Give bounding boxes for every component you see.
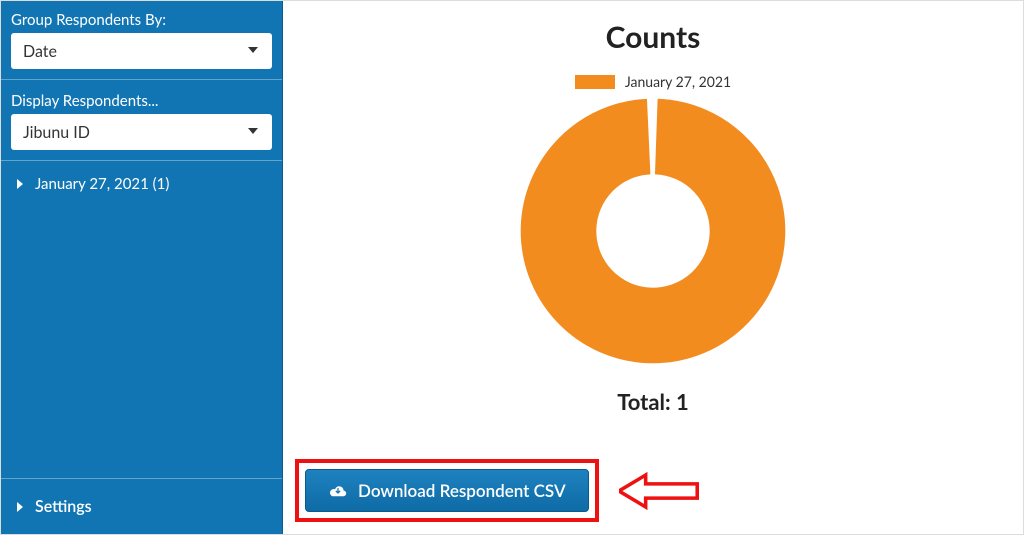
display-as-select[interactable]: Jibunu ID [11, 114, 272, 150]
legend-label: January 27, 2021 [625, 73, 731, 90]
donut-chart [518, 96, 788, 366]
legend-swatch [575, 75, 615, 89]
sidebar: Group Respondents By: Date Display Respo… [1, 1, 283, 534]
settings-label: Settings [35, 497, 92, 516]
chart-legend: January 27, 2021 [575, 73, 731, 90]
display-as-value: Jibunu ID [23, 123, 90, 142]
display-as-label: Display Respondents... [11, 92, 272, 110]
cloud-download-icon [328, 483, 348, 499]
date-list: January 27, 2021 (1) [1, 161, 282, 478]
group-by-value: Date [23, 42, 57, 61]
download-csv-label: Download Respondent CSV [358, 480, 566, 501]
sidebar-item-label: January 27, 2021 (1) [35, 175, 169, 193]
chevron-down-icon [248, 128, 258, 134]
sidebar-settings[interactable]: Settings [1, 478, 282, 534]
sidebar-item-date[interactable]: January 27, 2021 (1) [1, 161, 282, 207]
display-as-section: Display Respondents... Jibunu ID [1, 80, 282, 161]
chevron-right-icon [17, 179, 23, 189]
total-label: Total: 1 [617, 388, 689, 415]
annotation-highlight-box: Download Respondent CSV [295, 459, 599, 522]
download-csv-button[interactable]: Download Respondent CSV [305, 469, 589, 512]
arrow-left-icon [619, 469, 699, 513]
download-area: Download Respondent CSV [295, 459, 699, 522]
donut-slice [555, 133, 750, 328]
group-by-section: Group Respondents By: Date [1, 1, 282, 80]
main-panel: Counts January 27, 2021 Total: 1 [283, 1, 1023, 534]
chevron-down-icon [248, 47, 258, 53]
chevron-right-icon [17, 502, 23, 512]
group-by-select[interactable]: Date [11, 33, 272, 69]
page-title: Counts [606, 19, 701, 55]
group-by-label: Group Respondents By: [11, 11, 272, 29]
app-root: Group Respondents By: Date Display Respo… [1, 1, 1023, 534]
